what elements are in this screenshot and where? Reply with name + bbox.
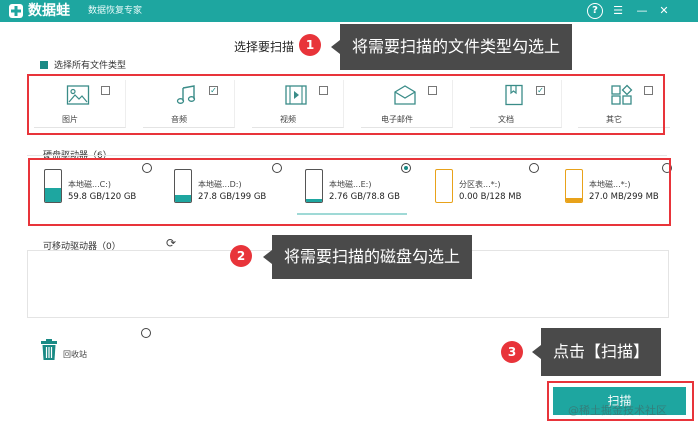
app-name: 数据蛙 — [28, 3, 70, 19]
minimize-icon[interactable]: — — [634, 3, 650, 19]
step-number-1: 1 — [299, 34, 321, 56]
app-subtitle: 数据恢复专家 — [88, 6, 143, 16]
help-icon[interactable]: ? — [587, 3, 603, 19]
callout-step-2: 将需要扫描的磁盘勾选上 — [262, 235, 473, 279]
close-icon[interactable]: ✕ — [656, 3, 672, 19]
callout-step-1: 将需要扫描的文件类型勾选上 — [330, 24, 573, 70]
page-title: 选择要扫描 — [234, 40, 295, 54]
select-all-label: 选择所有文件类型 — [54, 61, 127, 71]
recycle-bin-label: 回收站 — [63, 350, 87, 359]
recycle-bin-icon[interactable] — [40, 339, 58, 361]
refresh-icon[interactable]: ⟳ — [166, 236, 176, 250]
callout-step-3: 点击【扫描】 — [531, 328, 662, 376]
title-bar: 数据蛙 数据恢复专家 ? ☰ — ✕ — [0, 0, 698, 22]
step-number-2: 2 — [230, 245, 252, 267]
watermark: @稀土掘金技术社区 — [568, 404, 667, 417]
recycle-radio[interactable] — [141, 328, 151, 338]
drives-highlight-frame — [28, 158, 671, 226]
app-logo-icon — [9, 4, 23, 18]
select-all-checkbox[interactable]: 选择所有文件类型 — [40, 60, 126, 72]
divider — [27, 155, 667, 156]
checkbox-icon — [40, 61, 48, 69]
step-number-3: 3 — [501, 341, 523, 363]
file-types-highlight-frame — [27, 74, 665, 135]
menu-icon[interactable]: ☰ — [610, 3, 626, 19]
